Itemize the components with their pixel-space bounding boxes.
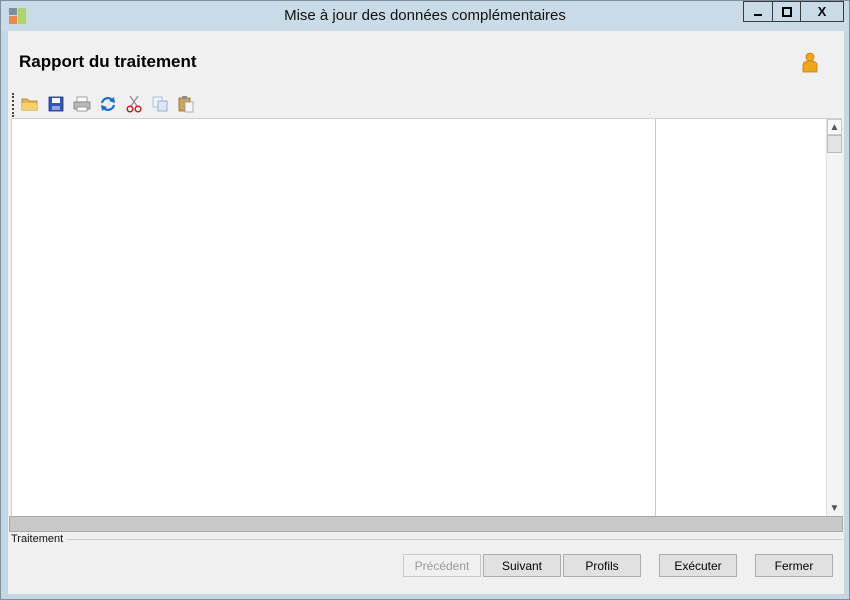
- minimize-icon: [754, 13, 762, 16]
- progress-bar: [9, 516, 843, 532]
- chevron-up-icon: ▲: [829, 121, 840, 133]
- previous-button-label: Précédent: [414, 558, 470, 573]
- next-button-label: Suivant: [501, 558, 543, 573]
- chevron-down-icon: ▼: [829, 502, 840, 514]
- minimize-button[interactable]: [743, 1, 773, 22]
- toolbar: [12, 91, 212, 117]
- maximize-button[interactable]: [772, 1, 801, 22]
- maximize-icon: [781, 6, 792, 17]
- vertical-scrollbar[interactable]: ▲ ▼: [826, 119, 842, 516]
- client-area: Rapport du traitement ▲ ▼ Traitement Pré…: [8, 31, 844, 594]
- scroll-down-button[interactable]: ▼: [827, 500, 842, 516]
- close-dialog-button[interactable]: Fermer: [755, 554, 833, 577]
- app-window: Mise à jour des données complémentaires …: [0, 0, 850, 600]
- previous-button[interactable]: Précédent: [403, 554, 481, 577]
- scroll-thumb[interactable]: [827, 135, 842, 153]
- window-title: Mise à jour des données complémentaires: [284, 7, 566, 24]
- open-icon[interactable]: [21, 95, 39, 113]
- execute-button[interactable]: Exécuter: [659, 554, 737, 577]
- refresh-icon[interactable]: [99, 95, 117, 113]
- cut-icon[interactable]: [125, 95, 143, 113]
- close-dialog-button-label: Fermer: [774, 558, 814, 573]
- group-label: Traitement: [11, 533, 64, 545]
- next-button[interactable]: Suivant: [483, 554, 561, 577]
- execute-button-label: Exécuter: [674, 558, 722, 573]
- person-icon[interactable]: [801, 52, 819, 73]
- scroll-up-button[interactable]: ▲: [827, 119, 842, 135]
- print-icon[interactable]: [73, 95, 91, 113]
- copy-icon[interactable]: [151, 95, 169, 113]
- report-area[interactable]: ▲ ▼: [11, 118, 842, 517]
- title-bar[interactable]: Mise à jour des données complémentaires …: [1, 1, 849, 31]
- report-divider: [655, 119, 656, 516]
- save-icon[interactable]: [47, 95, 65, 113]
- group-divider: [66, 539, 843, 540]
- close-button[interactable]: X: [800, 1, 844, 22]
- profiles-button[interactable]: Profils: [563, 554, 641, 577]
- page-title: Rapport du traitement: [19, 52, 197, 71]
- toolbar-grip[interactable]: [12, 93, 14, 117]
- paste-icon[interactable]: [177, 95, 195, 113]
- profiles-button-label: Profils: [585, 558, 619, 573]
